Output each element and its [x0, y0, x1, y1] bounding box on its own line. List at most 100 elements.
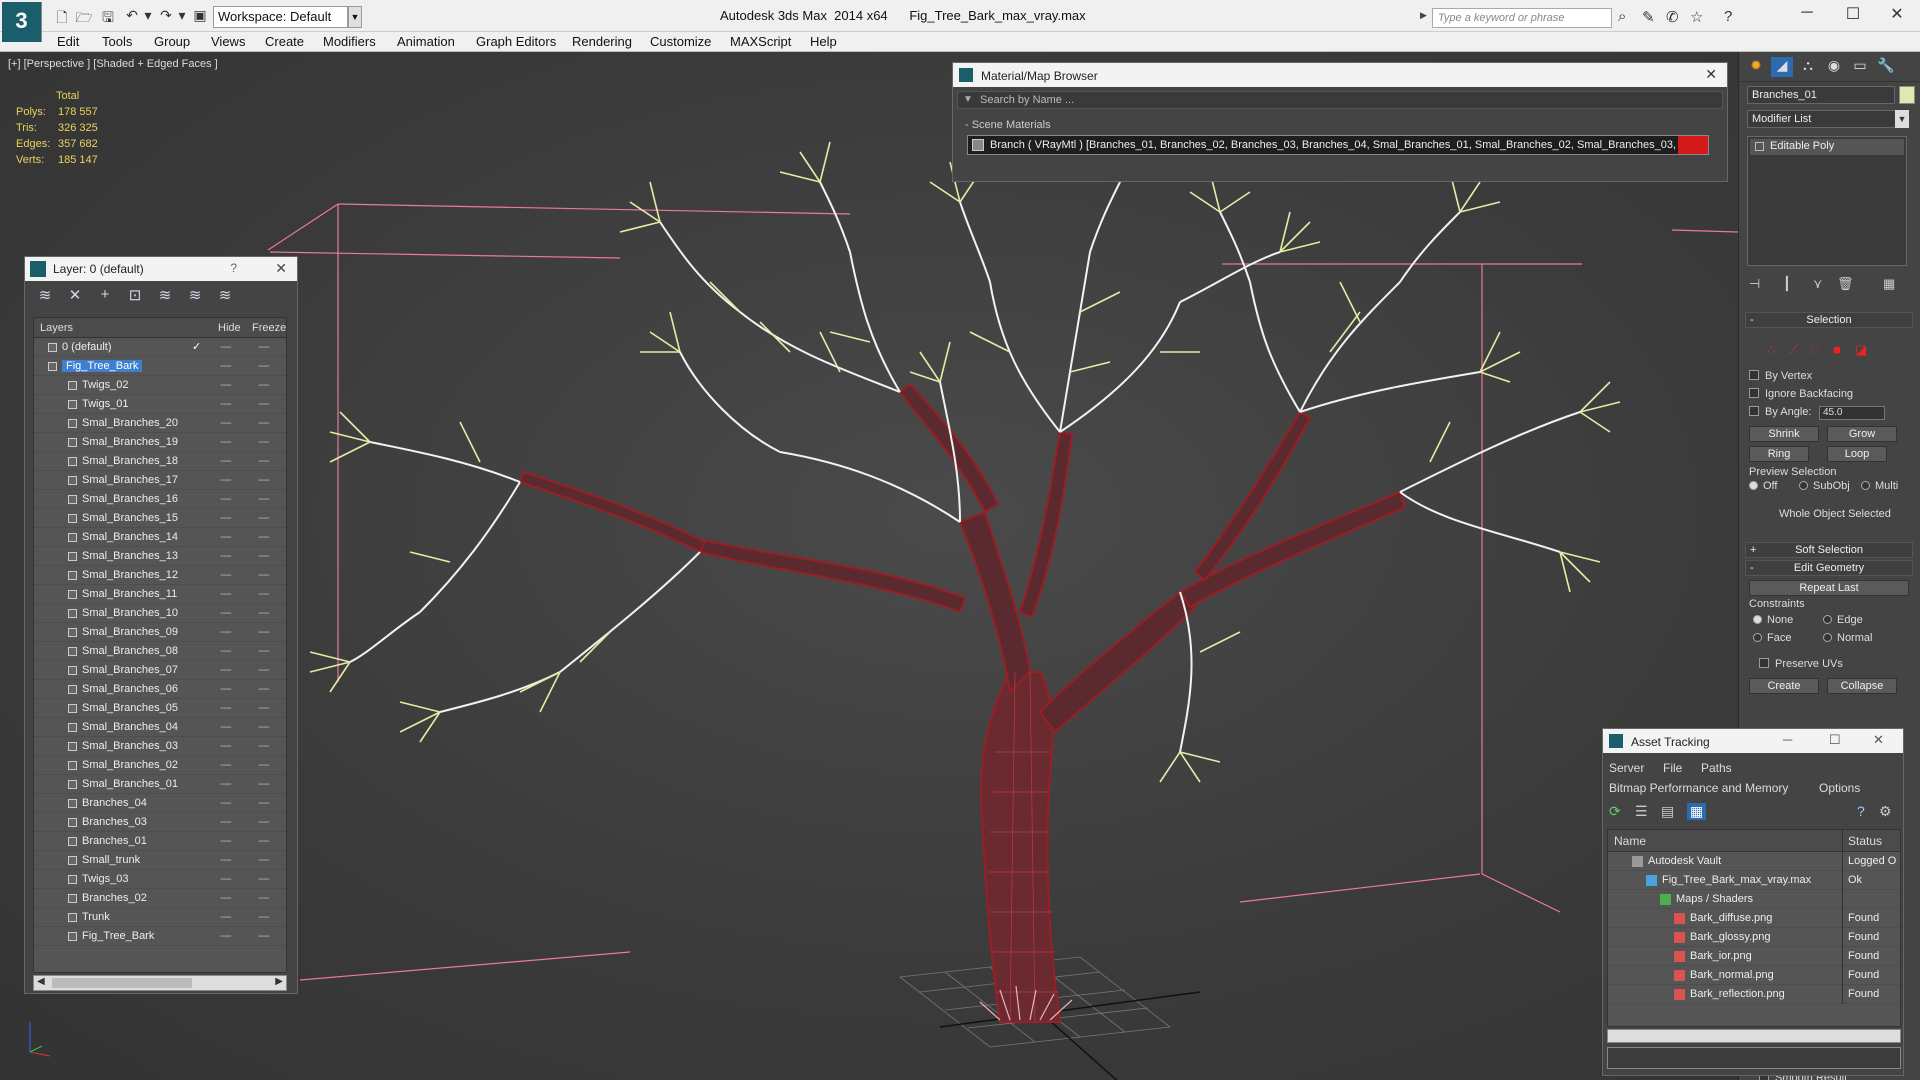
by-angle-checkbox[interactable]: By Angle:	[1749, 406, 1811, 418]
repeat-last-button[interactable]: Repeat Last	[1749, 580, 1909, 596]
freeze-toggle[interactable]: ----	[258, 512, 270, 524]
menu-rendering[interactable]: Rendering	[572, 34, 632, 49]
hide-all-layers-icon[interactable]: ≋	[185, 286, 205, 304]
asset-row[interactable]: Bark_normal.png Found	[1608, 966, 1900, 985]
expand-icon[interactable]	[1755, 142, 1764, 151]
freeze-toggle[interactable]: ----	[258, 683, 270, 695]
menu-modifiers[interactable]: Modifiers	[323, 34, 376, 49]
layer-row[interactable]: Smal_Branches_06 ---- ----	[34, 680, 286, 699]
constraint-edge-radio[interactable]: Edge	[1823, 614, 1863, 626]
freeze-toggle[interactable]: ----	[258, 417, 270, 429]
layer-row[interactable]: Smal_Branches_15 ---- ----	[34, 509, 286, 528]
search-options-icon[interactable]: ▼	[963, 94, 973, 105]
layer-row[interactable]: Smal_Branches_02 ---- ----	[34, 756, 286, 775]
hide-toggle[interactable]: ----	[220, 664, 232, 676]
layer-row[interactable]: Smal_Branches_09 ---- ----	[34, 623, 286, 642]
make-unique-icon[interactable]: ⋎	[1813, 276, 1823, 292]
menu-animation[interactable]: Animation	[397, 34, 455, 49]
freeze-toggle[interactable]: ----	[258, 626, 270, 638]
maximize-icon[interactable]: ☐	[1838, 4, 1868, 24]
hide-toggle[interactable]: ----	[220, 398, 232, 410]
freeze-toggle[interactable]: ----	[258, 455, 270, 467]
column-divider[interactable]	[1842, 830, 1843, 852]
hide-toggle[interactable]: ----	[220, 493, 232, 505]
asset-menu-bitmap-performance[interactable]: Bitmap Performance and Memory	[1609, 781, 1788, 795]
freeze-toggle[interactable]: ----	[258, 702, 270, 714]
hide-toggle[interactable]: ----	[220, 645, 232, 657]
freeze-toggle[interactable]: ----	[258, 569, 270, 581]
angle-spinner[interactable]: 45.0	[1819, 406, 1885, 420]
new-file-icon[interactable]: 🗋	[52, 7, 72, 31]
minimize-icon[interactable]: ─	[1783, 732, 1792, 747]
freeze-toggle[interactable]: ----	[258, 835, 270, 847]
hide-toggle[interactable]: ----	[220, 740, 232, 752]
hide-toggle[interactable]: ----	[220, 911, 232, 923]
hide-toggle[interactable]: ----	[220, 569, 232, 581]
ignore-backfacing-checkbox[interactable]: Ignore Backfacing	[1749, 388, 1853, 400]
hide-toggle[interactable]: ----	[220, 379, 232, 391]
layer-row[interactable]: Smal_Branches_03 ---- ----	[34, 737, 286, 756]
freeze-toggle[interactable]: ----	[258, 398, 270, 410]
layer-row[interactable]: Branches_02 ---- ----	[34, 889, 286, 908]
hide-toggle[interactable]: ----	[220, 550, 232, 562]
grid-view-icon[interactable]: ▦	[1687, 803, 1707, 820]
hide-toggle[interactable]: ----	[220, 797, 232, 809]
freeze-toggle[interactable]: ----	[258, 436, 270, 448]
settings-icon[interactable]: ⚙	[1879, 803, 1892, 820]
hide-toggle[interactable]: ----	[220, 588, 232, 600]
col-freeze[interactable]: Freeze	[252, 322, 286, 334]
freeze-toggle[interactable]: ----	[258, 588, 270, 600]
menu-group[interactable]: Group	[154, 34, 190, 49]
menu-views[interactable]: Views	[211, 34, 245, 49]
layer-row[interactable]: Smal_Branches_17 ---- ----	[34, 471, 286, 490]
active-layer-check-icon[interactable]: ✓	[192, 340, 201, 353]
layer-row[interactable]: Twigs_01 ---- ----	[34, 395, 286, 414]
select-highlighted-icon[interactable]: ⊡	[125, 286, 145, 304]
by-vertex-checkbox[interactable]: By Vertex	[1749, 370, 1812, 382]
asset-table[interactable]: Name Status Autodesk Vault Logged O Fig_Tr…	[1607, 829, 1901, 1027]
layer-row[interactable]: Smal_Branches_12 ---- ----	[34, 566, 286, 585]
display-tab-icon[interactable]: ▭	[1849, 57, 1871, 77]
menu-tools[interactable]: Tools	[102, 34, 132, 49]
layer-row[interactable]: Smal_Branches_05 ---- ----	[34, 699, 286, 718]
modifier-stack[interactable]: Editable Poly	[1747, 136, 1907, 266]
layer-row[interactable]: Smal_Branches_16 ---- ----	[34, 490, 286, 509]
layer-row[interactable]: Smal_Branches_13 ---- ----	[34, 547, 286, 566]
freeze-toggle[interactable]: ----	[258, 531, 270, 543]
asset-row[interactable]: Bark_ior.png Found	[1608, 947, 1900, 966]
preserve-uvs-checkbox[interactable]: Preserve UVs	[1759, 658, 1843, 670]
freeze-toggle[interactable]: ----	[258, 474, 270, 486]
preview-subobj-radio[interactable]: SubObj	[1799, 480, 1850, 492]
hide-toggle[interactable]: ----	[220, 417, 232, 429]
layer-row[interactable]: Small_trunk ---- ----	[34, 851, 286, 870]
vertex-level-icon[interactable]: ∴	[1767, 342, 1775, 358]
project-folder-icon[interactable]: ▣	[190, 7, 210, 24]
app-logo-icon[interactable]: 3	[2, 2, 42, 42]
element-level-icon[interactable]: ◪	[1855, 342, 1867, 358]
chevron-down-icon[interactable]: ▼	[348, 6, 362, 28]
asset-row[interactable]: Bark_reflection.png Found	[1608, 985, 1900, 1004]
viewport-label[interactable]: [+] [Perspective ] [Shaded + Edged Faces…	[8, 58, 218, 70]
layer-row[interactable]: Fig_Tree_Bark ---- ----	[34, 357, 286, 376]
hide-toggle[interactable]: ----	[220, 759, 232, 771]
border-level-icon[interactable]: ◌	[1811, 342, 1819, 357]
layer-row[interactable]: Trunk ---- ----	[34, 908, 286, 927]
binoculars-icon[interactable]: ⌕	[1618, 8, 1626, 25]
rollout-soft-selection[interactable]: + Soft Selection	[1745, 542, 1913, 558]
hide-toggle[interactable]: ----	[220, 360, 232, 372]
create-button[interactable]: Create	[1749, 678, 1819, 694]
remove-modifier-icon[interactable]: 🗑	[1837, 276, 1854, 292]
layer-row[interactable]: Branches_01 ---- ----	[34, 832, 286, 851]
hide-toggle[interactable]: ----	[220, 474, 232, 486]
asset-row[interactable]: Maps / Shaders	[1608, 890, 1900, 909]
scroll-left-icon[interactable]: ◀	[37, 976, 45, 987]
hide-toggle[interactable]: ----	[220, 702, 232, 714]
layer-row[interactable]: Smal_Branches_07 ---- ----	[34, 661, 286, 680]
preview-multi-radio[interactable]: Multi	[1861, 480, 1898, 492]
freeze-toggle[interactable]: ----	[258, 493, 270, 505]
asset-menu-options[interactable]: Options	[1819, 781, 1860, 795]
freeze-toggle[interactable]: ----	[258, 892, 270, 904]
layer-row[interactable]: Twigs_02 ---- ----	[34, 376, 286, 395]
layer-row[interactable]: Smal_Branches_19 ---- ----	[34, 433, 286, 452]
configure-sets-icon[interactable]: ▦	[1883, 276, 1895, 292]
